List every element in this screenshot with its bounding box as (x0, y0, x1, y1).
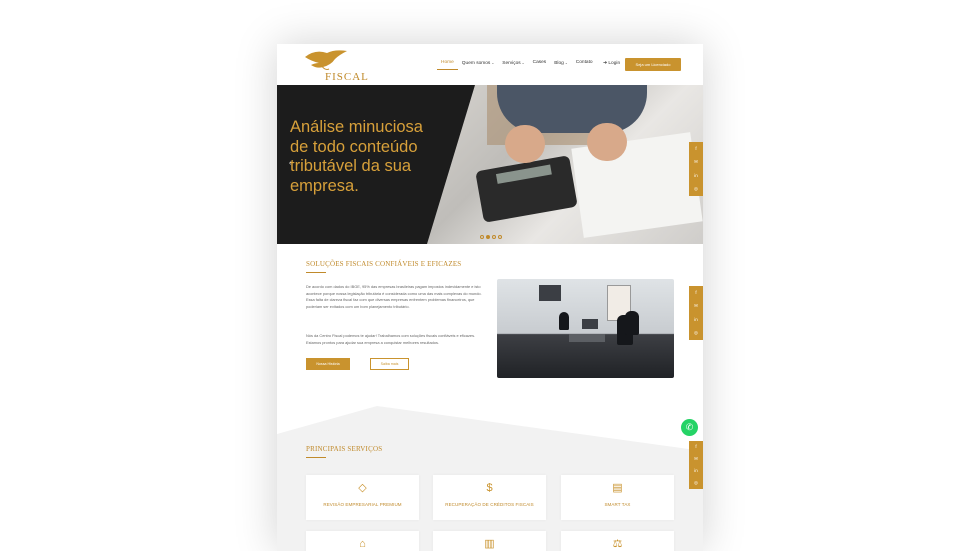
services-title: PRINCIPAIS SERVIÇOS (306, 445, 383, 458)
house-icon: ⌂ (359, 538, 366, 550)
nav-label: Contato (575, 60, 593, 65)
whatsapp-icon[interactable]: ✆ (681, 419, 698, 436)
facebook-icon[interactable]: f (695, 444, 696, 450)
instagram-icon[interactable]: ◎ (694, 186, 698, 192)
hero-image-calculator (427, 85, 703, 244)
linkedin-icon[interactable]: in (694, 317, 698, 323)
meeting-photo (497, 279, 674, 378)
login-link[interactable]: ➜ Login (603, 61, 620, 66)
service-card[interactable]: ◇ REVISÃO EMPRESARIAL PREMIUM (306, 475, 419, 520)
slider-dot[interactable] (492, 235, 496, 239)
facebook-icon[interactable]: f (695, 290, 696, 296)
table (569, 334, 605, 342)
calculator-screen (495, 164, 552, 184)
email-icon[interactable]: ✉ (694, 303, 698, 309)
nav-label: Blog (554, 61, 564, 66)
instagram-icon[interactable]: ◎ (694, 480, 698, 486)
main-nav: Home Quem somos⌄ Serviços⌄ Cases Blog⌄ C… (437, 59, 597, 71)
linkedin-icon[interactable]: in (694, 173, 698, 179)
service-card[interactable]: $ RECUPERAÇÃO DE CRÉDITOS FISCAIS (433, 475, 546, 520)
service-card[interactable]: ▤ SMART TAX (561, 475, 674, 520)
calculator (475, 155, 578, 223)
nav-item-blog[interactable]: Blog⌄ (550, 59, 572, 71)
nav-item-quem-somos[interactable]: Quem somos⌄ (458, 59, 498, 71)
logo-text: FISCAL (325, 71, 369, 83)
hero-title: Análise minuciosa de todo conteúdo tribu… (290, 118, 423, 195)
slider-prev-arrow-icon[interactable]: ‹ (289, 160, 291, 167)
about-title: SOLUÇÕES FISCAIS CONFIÁVEIS E EFICAZES (306, 260, 462, 273)
nav-label: Quem somos (461, 61, 491, 66)
service-card[interactable]: ▥ (433, 531, 546, 551)
nav-item-home[interactable]: Home (437, 59, 458, 71)
saiba-mais-button[interactable]: Saiba mais (370, 358, 409, 370)
service-card-label: RECUPERAÇÃO DE CRÉDITOS FISCAIS (445, 502, 534, 507)
nav-item-contato[interactable]: Contato (572, 59, 597, 71)
bar-chart-icon: ▥ (484, 538, 495, 550)
diamond-icon: ◇ (358, 482, 367, 494)
service-card-label: SMART TAX (604, 502, 631, 507)
person (559, 312, 569, 330)
social-bar-2: f ✉ in ◎ (689, 286, 703, 340)
nav-label: Home (441, 60, 454, 65)
licenciado-button[interactable]: Seja um Licenciado (625, 58, 681, 71)
person (625, 311, 639, 335)
login-label: Login (608, 61, 621, 66)
nav-label: Cases (532, 60, 547, 65)
scale-icon: ⚖ (612, 538, 623, 550)
chevron-down-icon: ⌄ (521, 61, 525, 65)
email-icon[interactable]: ✉ (694, 456, 698, 462)
login-icon: ➜ (603, 61, 608, 66)
service-card[interactable]: ⌂ (306, 531, 419, 551)
slider-dot[interactable] (498, 235, 502, 239)
website-page: FISCAL Home Quem somos⌄ Serviços⌄ Cases … (277, 44, 703, 551)
nossa-historia-button[interactable]: Nossa História (306, 358, 350, 370)
wall-picture (539, 285, 561, 301)
slider-dots (480, 235, 502, 239)
service-card-label: REVISÃO EMPRESARIAL PREMIUM (323, 502, 402, 507)
logo[interactable]: FISCAL (301, 47, 368, 83)
slider-dot-active[interactable] (486, 235, 490, 239)
calculator-icon: ▤ (612, 482, 623, 494)
wall-screen (582, 319, 598, 329)
about-paragraph-1: De acordo com dados do IBGE, 95% das emp… (306, 284, 482, 309)
instagram-icon[interactable]: ◎ (694, 330, 698, 336)
facebook-icon[interactable]: f (695, 146, 696, 152)
nav-item-servicos[interactable]: Serviços⌄ (498, 59, 528, 71)
social-bar-3: f ✉ in ◎ (689, 441, 703, 489)
slider-dot[interactable] (480, 235, 484, 239)
site-header: FISCAL Home Quem somos⌄ Serviços⌄ Cases … (277, 44, 703, 85)
money-hand-icon: $ (486, 482, 493, 494)
chevron-down-icon: ⌄ (564, 61, 568, 65)
hand-left (505, 125, 545, 163)
about-paragraph-2: Nós da Centro Fiscal podemos te ajudar! … (306, 333, 476, 345)
email-icon[interactable]: ✉ (694, 159, 698, 165)
social-bar-1: f ✉ in ◎ (689, 142, 703, 196)
chevron-down-icon: ⌄ (491, 61, 495, 65)
hand-right (587, 123, 627, 161)
nav-item-cases[interactable]: Cases (529, 59, 551, 71)
service-card[interactable]: ⚖ (561, 531, 674, 551)
linkedin-icon[interactable]: in (694, 468, 698, 474)
hero-slider: Análise minuciosa de todo conteúdo tribu… (277, 85, 703, 244)
nav-label: Serviços (502, 61, 521, 66)
